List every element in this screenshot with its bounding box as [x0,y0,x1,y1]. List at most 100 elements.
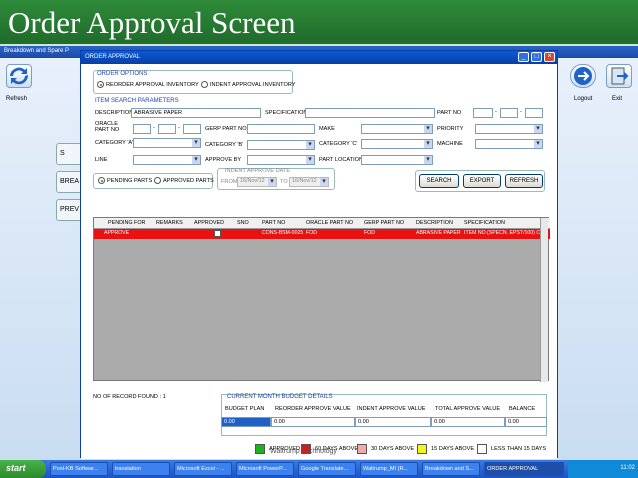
maximize-icon[interactable]: □ [531,52,542,62]
description-label: DESCRIPTION [95,110,134,116]
gerp-part-input[interactable] [247,124,315,134]
close-icon[interactable]: × [544,52,555,62]
approval-grid: PENDING FOR REMARKS APPROVED SNO PART NO… [93,217,550,382]
budget-col-indent: INDENT APPROVE VALUE [357,406,426,412]
part-no-label: PART NO [437,110,462,116]
clock: 11:02 [620,465,635,471]
column-gerp-part-no[interactable]: GERP PART NO [364,220,404,226]
refresh-button[interactable]: REFRESH [505,174,543,188]
oracle-part-dash: - [178,125,180,131]
start-button[interactable]: start [0,460,46,478]
taskbar-item[interactable]: Microsoft PowerP... [236,462,294,476]
column-oracle-part-no[interactable]: ORACLE PART NO [306,220,353,226]
exit-label: Exit [612,96,623,102]
pending-parts-radio[interactable] [98,177,105,184]
budget-plan-value[interactable]: 0.00 [221,417,271,427]
cell-specification: ITEM NO.(SPECN. EPST/100) CUTR [464,230,542,236]
priority-select[interactable] [475,124,543,134]
search-button[interactable]: SEARCH [419,174,459,188]
slide-footer: Waltrump Technology [270,448,337,455]
export-button[interactable]: EXPORT [463,174,501,188]
oracle-part-input-3[interactable] [183,124,201,134]
logout-label: Logout [574,96,593,102]
specification-label: SPECIFICATION [265,110,308,116]
grid-header: PENDING FOR REMARKS APPROVED SNO PART NO… [94,218,550,229]
part-location-select[interactable] [361,155,433,165]
category-c-label: CATEGORY 'C' [319,141,358,147]
legend-swatch-less-15 [477,444,487,454]
oracle-part-no-label: ORACLE PART NO [95,121,120,133]
indent-label: INDENT APPROVAL INVENTORY [210,82,296,88]
part-location-label: PART LOCATION [319,157,364,163]
taskbar-item[interactable]: Breakdown and S... [422,462,480,476]
column-description[interactable]: DESCRIPTION [416,220,453,226]
approve-by-select[interactable] [247,155,315,165]
oracle-part-dash: - [153,125,155,131]
line-label: LINE [95,157,108,163]
part-no-input-1[interactable] [473,108,493,118]
balance-value: 0.00 [505,417,547,427]
taskbar: start Post-KB Softwar... translation Mic… [0,460,638,478]
dialog-titlebar: ORDER APPROVAL _ □ × [81,51,557,64]
make-select[interactable] [361,124,433,134]
approved-checkbox[interactable] [214,230,221,237]
approved-parts-label: APPROVED PARTS [163,178,214,184]
item-search-label: ITEM SEARCH PARAMETERS [95,98,179,104]
reorder-label: REORDER APPROVAL INVENTORY [106,82,199,88]
taskbar-item[interactable]: Post-KB Softwar... [50,462,108,476]
pending-parts-label: PENDING PARTS [107,178,153,184]
column-remarks[interactable]: REMARKS [156,220,183,226]
exit-icon[interactable] [606,64,632,88]
taskbar-item[interactable]: Google Translate... [298,462,356,476]
part-no-input-3[interactable] [525,108,543,118]
from-date-picker[interactable]: 16/Nov/12 [237,177,277,187]
description-input[interactable]: ABRASIVE PAPER [131,108,261,118]
approved-parts-radio[interactable] [154,177,161,184]
machine-select[interactable] [475,139,543,149]
cell-pending-for: APPROVE [104,230,130,236]
legend-swatch-approved [255,444,265,454]
refresh-icon[interactable] [6,64,32,88]
taskbar-item[interactable]: translation [112,462,170,476]
legend-less-15: LESS THAN 15 DAYS [491,446,547,452]
reorder-radio[interactable] [97,81,104,88]
cell-description: ABRASIVE PAPER [416,230,461,236]
dialog-title: ORDER APPROVAL [85,54,140,60]
order-options-label: ORDER OPTIONS [97,71,148,77]
category-b-select[interactable] [247,140,315,150]
reorder-approve-value: 0.00 [271,417,355,427]
part-no-dash: - [520,109,522,115]
taskbar-item[interactable]: Waltrump_MI (R... [360,462,418,476]
oracle-part-input-2[interactable] [158,124,176,134]
indent-radio[interactable] [201,81,208,88]
grid-scrollbar[interactable] [540,218,548,382]
column-part-no[interactable]: PART NO [262,220,285,226]
from-label: FROM [221,179,238,185]
legend-30-days: 30 DAYS ABOVE [371,446,415,452]
priority-label: PRIORITY [437,126,464,132]
category-b-label: CATEGORY 'B' [205,142,244,148]
part-no-input-2[interactable] [500,108,518,118]
column-specification[interactable]: SPECIFICATION [464,220,505,226]
to-date-picker[interactable]: 16/Nov/12 [289,177,329,187]
budget-col-plan: BUDGET PLAN [225,406,265,412]
taskbar-item-active[interactable]: ORDER APPROVAL [484,462,564,476]
slide-title-bar: Order Approval Screen [0,0,638,46]
column-sno[interactable]: SNO [237,220,249,226]
taskbar-item[interactable]: Microsoft Excel - ... [174,462,232,476]
cell-oracle-part-no: FOD [306,230,317,236]
category-a-select[interactable] [133,138,201,148]
table-row[interactable]: APPROVE CONS-BSM-0025 FOD FOD ABRASIVE P… [94,229,550,239]
category-c-select[interactable] [361,139,433,149]
column-pending-for[interactable]: PENDING FOR [108,220,145,226]
order-approval-dialog: ORDER APPROVAL _ □ × ORDER OPTIONS REORD… [80,50,558,459]
minimize-icon[interactable]: _ [518,52,529,62]
budget-panel [221,394,547,436]
legend-15-days: 15 DAYS ABOVE [431,446,475,452]
specification-input[interactable] [305,108,435,118]
logout-icon[interactable] [570,64,596,88]
oracle-part-input-1[interactable] [133,124,151,134]
column-approved[interactable]: APPROVED [194,220,224,226]
line-select[interactable] [133,155,201,165]
cell-part-no: CONS-BSM-0025 [262,230,304,236]
